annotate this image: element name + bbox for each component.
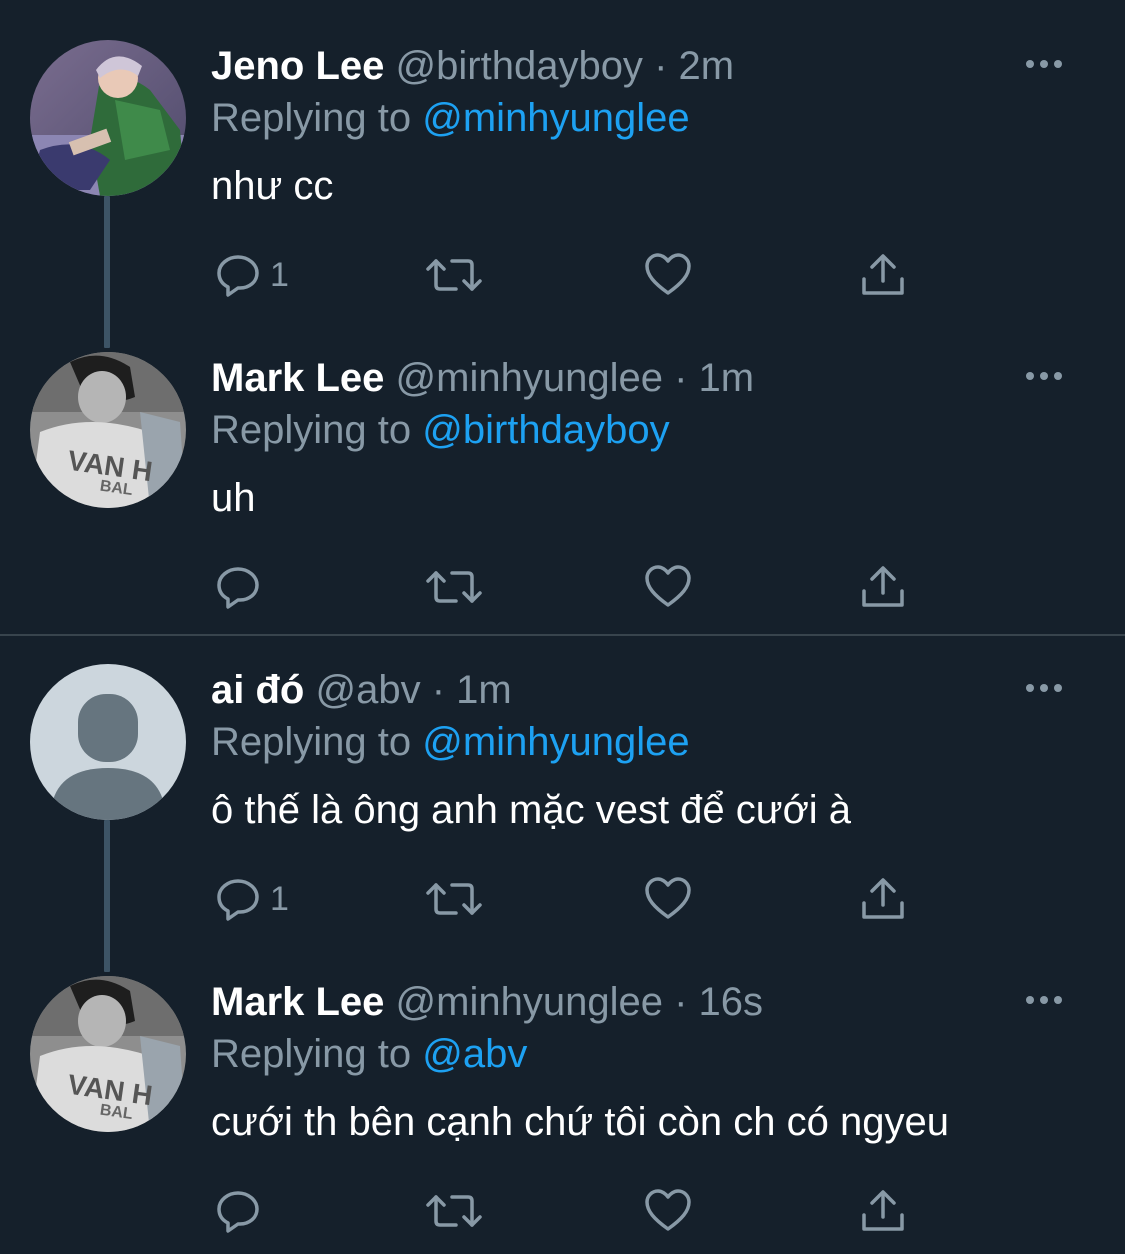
separator-dot: · xyxy=(431,668,446,712)
more-options-icon xyxy=(1026,60,1062,68)
tweet[interactable]: VAN H BAL Mark Lee @minhyunglee · 1m Rep… xyxy=(0,312,1125,624)
like-icon xyxy=(645,1189,691,1231)
reply-icon xyxy=(217,567,259,609)
user-handle[interactable]: @minhyunglee xyxy=(396,356,663,400)
separator-dot: · xyxy=(674,980,688,1024)
separator-dot: · xyxy=(654,44,668,88)
avatar[interactable] xyxy=(30,664,186,820)
like-button[interactable] xyxy=(644,250,692,300)
retweet-button[interactable] xyxy=(426,250,482,300)
replying-to: Replying to @abv xyxy=(211,1030,527,1078)
retweet-button[interactable] xyxy=(426,874,482,924)
more-options-icon xyxy=(1026,684,1062,692)
tweet-text: ô thế là ông anh mặc vest để cưới à xyxy=(211,788,852,832)
avatar[interactable]: VAN H BAL xyxy=(30,352,186,508)
reply-icon xyxy=(217,1191,259,1233)
share-icon xyxy=(862,254,904,295)
reply-button[interactable] xyxy=(214,1186,270,1236)
tweet-header: Mark Lee @minhyunglee · 1m xyxy=(211,354,754,402)
reply-icon xyxy=(217,255,259,297)
replying-prefix: Replying to xyxy=(211,720,412,764)
like-icon xyxy=(645,253,691,295)
replying-prefix: Replying to xyxy=(211,96,412,140)
tweet-actions: 1 xyxy=(0,874,1125,924)
replying-to-mention[interactable]: @minhyunglee xyxy=(422,720,689,764)
more-options-button[interactable] xyxy=(1024,676,1064,700)
retweet-icon xyxy=(426,571,482,603)
like-button[interactable] xyxy=(644,1186,692,1236)
tweet-text: cưới th bên cạnh chứ tôi còn ch có ngyeu xyxy=(211,1100,949,1144)
display-name[interactable]: Jeno Lee xyxy=(211,44,384,88)
replying-prefix: Replying to xyxy=(211,408,412,452)
retweet-icon xyxy=(426,883,482,915)
retweet-icon xyxy=(426,1195,482,1227)
avatar[interactable]: VAN H BAL xyxy=(30,976,186,1132)
tweet[interactable]: Jeno Lee @birthdayboy · 2m Replying to @… xyxy=(0,0,1125,312)
reply-button[interactable]: 1 xyxy=(214,250,289,300)
avatar-photo: VAN H BAL xyxy=(30,976,186,1132)
tweet-text: uh xyxy=(211,476,256,520)
like-button[interactable] xyxy=(644,562,692,612)
share-icon xyxy=(862,566,904,607)
replying-to: Replying to @birthdayboy xyxy=(211,406,670,454)
reply-count: 1 xyxy=(270,256,289,294)
more-options-icon xyxy=(1026,372,1062,380)
tweet-header: Mark Lee @minhyunglee · 16s xyxy=(211,978,763,1026)
user-handle[interactable]: @abv xyxy=(315,668,420,712)
like-icon xyxy=(645,565,691,607)
retweet-icon xyxy=(426,259,482,291)
display-name[interactable]: Mark Lee xyxy=(211,980,384,1024)
tweet-actions xyxy=(0,562,1125,612)
avatar-photo: VAN H BAL xyxy=(30,352,186,508)
tweet-actions: 1 xyxy=(0,250,1125,300)
like-button[interactable] xyxy=(644,874,692,924)
reply-icon xyxy=(217,879,259,921)
avatar[interactable] xyxy=(30,40,186,196)
more-options-button[interactable] xyxy=(1024,988,1064,1012)
display-name[interactable]: ai đó xyxy=(211,668,304,712)
replying-to-mention[interactable]: @birthdayboy xyxy=(422,408,669,452)
tweet-header: ai đó @abv · 1m xyxy=(211,666,512,714)
separator-dot: · xyxy=(674,356,688,400)
timestamp[interactable]: 1m xyxy=(699,356,755,400)
replying-to-mention[interactable]: @abv xyxy=(422,1032,527,1076)
more-options-icon xyxy=(1026,996,1062,1004)
retweet-button[interactable] xyxy=(426,562,482,612)
user-handle[interactable]: @birthdayboy xyxy=(396,44,643,88)
tweet[interactable]: ai đó @abv · 1m Replying to @minhyunglee… xyxy=(0,624,1125,936)
share-button[interactable] xyxy=(860,1186,906,1236)
more-options-button[interactable] xyxy=(1024,364,1064,388)
reply-button[interactable] xyxy=(214,562,270,612)
replying-prefix: Replying to xyxy=(211,1032,412,1076)
reply-button[interactable]: 1 xyxy=(214,874,289,924)
replying-to: Replying to @minhyunglee xyxy=(211,94,690,142)
avatar-photo xyxy=(30,40,186,196)
replying-to: Replying to @minhyunglee xyxy=(211,718,690,766)
replying-to-mention[interactable]: @minhyunglee xyxy=(422,96,689,140)
reply-count: 1 xyxy=(270,880,289,918)
default-profile-icon xyxy=(30,664,186,820)
like-icon xyxy=(645,877,691,919)
tweet-header: Jeno Lee @birthdayboy · 2m xyxy=(211,42,734,90)
tweet[interactable]: VAN H BAL Mark Lee @minhyunglee · 16s Re… xyxy=(0,936,1125,1248)
more-options-button[interactable] xyxy=(1024,52,1064,76)
share-button[interactable] xyxy=(860,562,906,612)
timestamp[interactable]: 1m xyxy=(456,668,512,712)
timestamp[interactable]: 2m xyxy=(679,44,735,88)
share-button[interactable] xyxy=(860,874,906,924)
share-button[interactable] xyxy=(860,250,906,300)
tweet-text: như cc xyxy=(211,164,334,208)
display-name[interactable]: Mark Lee xyxy=(211,356,384,400)
user-handle[interactable]: @minhyunglee xyxy=(396,980,663,1024)
retweet-button[interactable] xyxy=(426,1186,482,1236)
tweet-actions xyxy=(0,1186,1125,1236)
share-icon xyxy=(862,1190,904,1231)
share-icon xyxy=(862,878,904,919)
timestamp[interactable]: 16s xyxy=(699,980,764,1024)
